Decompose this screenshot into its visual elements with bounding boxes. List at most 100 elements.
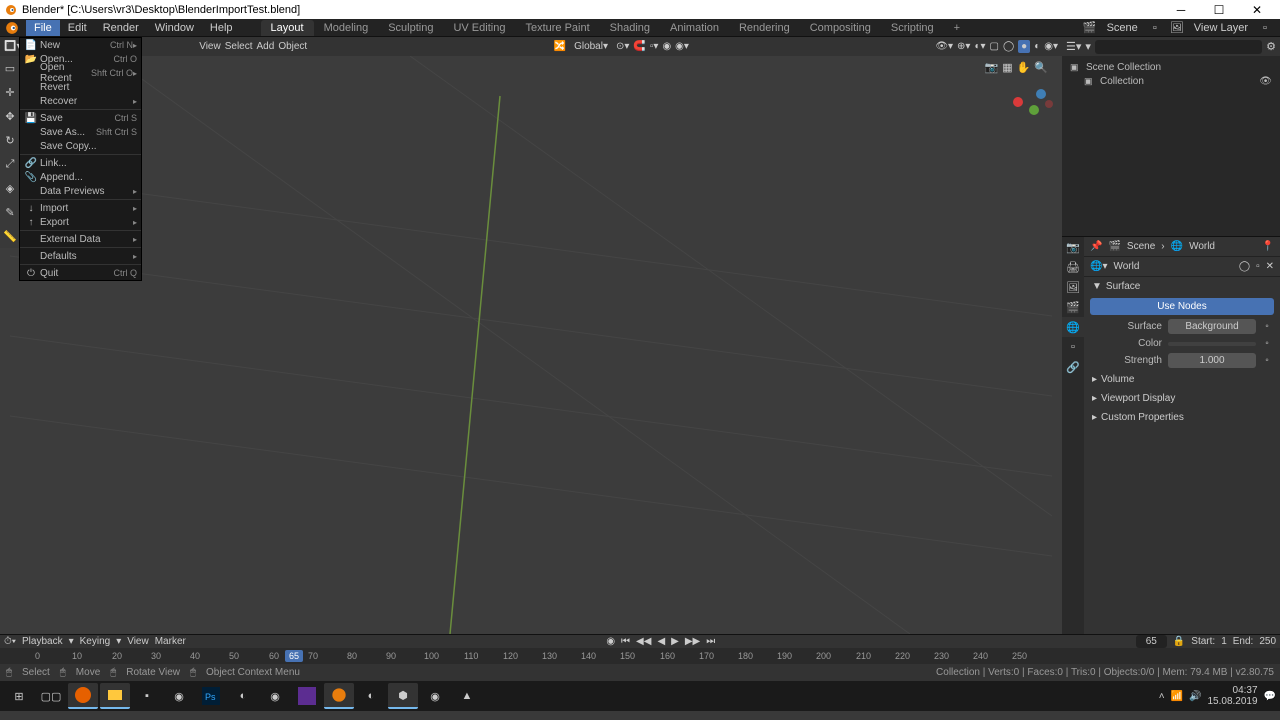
timeline-playhead[interactable]: 65 (285, 650, 303, 662)
zoom-icon[interactable]: 🔍 (1034, 61, 1048, 74)
taskbar-visualstudio[interactable] (292, 683, 322, 709)
tool-move[interactable]: ✥ (0, 104, 20, 128)
props-tab-world[interactable]: 🌐 (1062, 317, 1084, 337)
maximize-button[interactable]: ☐ (1200, 0, 1238, 19)
shading-rendered[interactable]: ◉▾ (1044, 41, 1058, 52)
taskbar-photoshop[interactable]: Ps (196, 683, 226, 709)
menu-item-append[interactable]: 📎 Append... (20, 170, 141, 184)
workspace-rendering[interactable]: Rendering (729, 20, 800, 36)
menu-item-external-data[interactable]: External Data ▸ (20, 232, 141, 246)
workspace-modeling[interactable]: Modeling (314, 20, 379, 36)
menu-item-save-as[interactable]: Save As... Shft Ctrl S (20, 125, 141, 139)
taskbar-app6[interactable]: ▲ (452, 683, 482, 709)
world-delete-icon[interactable]: ✕ (1266, 261, 1274, 272)
surface-input-dot[interactable]: ◦ (1262, 321, 1272, 332)
scene-name[interactable]: Scene (1107, 22, 1138, 34)
visibility-toggle[interactable]: 👁 (1259, 76, 1272, 87)
auto-keying-icon[interactable]: ◉ (606, 636, 615, 647)
snap-dropdown[interactable]: ▫▾ (650, 41, 659, 52)
workspace-uv[interactable]: UV Editing (443, 20, 515, 36)
viewport-select-menu[interactable]: Select (225, 41, 253, 52)
strength-input-dot[interactable]: ◦ (1262, 355, 1272, 366)
menu-window[interactable]: Window (147, 20, 202, 36)
menu-item-quit[interactable]: ⏻ Quit Ctrl Q (20, 266, 141, 280)
taskbar-unreal[interactable]: ⬢ (388, 683, 418, 709)
world-users-icon[interactable]: ◯ (1239, 261, 1250, 272)
menu-render[interactable]: Render (95, 20, 147, 36)
taskbar-app3[interactable]: ◉ (260, 683, 290, 709)
gizmo-icon[interactable]: ⊕▾ (957, 41, 970, 52)
viewport-object-menu[interactable]: Object (278, 41, 307, 52)
start-button[interactable]: ⊞ (4, 683, 34, 709)
taskbar-explorer[interactable] (100, 683, 130, 709)
workspace-layout[interactable]: Layout (261, 20, 314, 36)
taskbar-steam[interactable]: ◉ (164, 683, 194, 709)
props-tab-constraints[interactable]: 🔗 (1062, 357, 1084, 377)
proportional-dropdown[interactable]: ◉▾ (675, 41, 689, 52)
workspace-compositing[interactable]: Compositing (800, 20, 881, 36)
camera-view-icon[interactable]: 📷 (984, 61, 998, 74)
viewlayer-name[interactable]: View Layer (1194, 22, 1248, 34)
jump-start-icon[interactable]: ⏮ (621, 636, 630, 647)
workspace-add[interactable]: + (944, 20, 970, 36)
viewport-view-menu[interactable]: View (199, 41, 221, 52)
taskbar-blender[interactable] (324, 683, 354, 709)
strength-value[interactable]: 1.000 (1168, 353, 1256, 368)
outliner-display-icon[interactable]: ▾ (1085, 40, 1091, 53)
surface-shader-dropdown[interactable]: Background (1168, 319, 1256, 334)
proportional-icon[interactable]: ◉ (662, 41, 671, 52)
menu-item-save[interactable]: 💾 Save Ctrl S (20, 111, 141, 125)
section-viewport-display[interactable]: ▸ Viewport Display (1084, 389, 1280, 408)
timeline-playback[interactable]: Playback (22, 636, 63, 647)
tray-expand-icon[interactable]: ˄ (1159, 691, 1165, 702)
outliner-search[interactable] (1095, 40, 1262, 54)
taskbar-firefox[interactable] (68, 683, 98, 709)
world-datablock-icon[interactable]: 🌐▾ (1090, 261, 1107, 272)
tool-annotate[interactable]: ✎ (0, 200, 20, 224)
shading-wireframe[interactable]: ◯ (1003, 41, 1014, 52)
viewport-add-menu[interactable]: Add (257, 41, 275, 52)
perspective-icon[interactable]: ▦ (1002, 61, 1012, 74)
outliner-filter-icon[interactable]: ⚙ (1266, 40, 1276, 53)
scene-icon[interactable]: 🎬 (1080, 20, 1100, 36)
outliner-collection[interactable]: ▣ Collection 👁 (1066, 74, 1276, 88)
new-scene-icon[interactable]: ▫ (1145, 20, 1165, 36)
tray-network-icon[interactable]: 📶 (1171, 691, 1183, 702)
taskview-icon[interactable]: ▢▢ (36, 683, 66, 709)
timeline-marker[interactable]: Marker (155, 636, 186, 647)
timeline-type-icon[interactable]: ⏱▾ (4, 636, 16, 647)
sync-icon[interactable]: 🔒 (1173, 636, 1185, 647)
taskbar-app2[interactable]: ◐ (228, 683, 258, 709)
props-tab-output[interactable]: 🖨 (1062, 257, 1084, 277)
timeline-track[interactable]: 0 10 20 30 40 50 60 65 70 80 90 100 110 … (0, 648, 1280, 664)
orientation-icon[interactable]: 🔀 (554, 41, 566, 52)
timeline-keying[interactable]: Keying (80, 636, 111, 647)
jump-prev-keyframe-icon[interactable]: ◀◀ (636, 636, 651, 647)
outliner-scene-collection[interactable]: ▣ Scene Collection (1066, 60, 1276, 74)
snap-icon[interactable]: 🧲 (633, 41, 645, 52)
close-button[interactable]: ✕ (1238, 0, 1276, 19)
tool-select[interactable]: ▭ (0, 56, 20, 80)
start-frame-field[interactable]: 1 (1221, 636, 1227, 647)
play-icon[interactable]: ▶ (671, 636, 679, 647)
section-volume[interactable]: ▸ Volume (1084, 370, 1280, 389)
jump-end-icon[interactable]: ⏭ (706, 636, 715, 647)
shading-lookdev[interactable]: ◐ (1034, 41, 1040, 52)
color-input-dot[interactable]: ◦ (1262, 338, 1272, 349)
play-reverse-icon[interactable]: ◀ (657, 636, 665, 647)
pivot-icon[interactable]: ⊙▾ (616, 41, 629, 52)
menu-help[interactable]: Help (202, 20, 241, 36)
workspace-sculpting[interactable]: Sculpting (378, 20, 443, 36)
shading-solid[interactable]: ● (1018, 40, 1030, 53)
tool-rotate[interactable]: ↻ (0, 128, 20, 152)
world-new-icon[interactable]: ▫ (1256, 261, 1260, 272)
viewport-canvas[interactable] (0, 56, 1062, 634)
xray-icon[interactable]: ▢ (990, 41, 999, 52)
workspace-shading[interactable]: Shading (600, 20, 660, 36)
pan-icon[interactable]: ✋ (1017, 61, 1031, 74)
tool-measure[interactable]: 📏 (0, 224, 20, 248)
end-frame-field[interactable]: 250 (1259, 636, 1276, 647)
new-viewlayer-icon[interactable]: ▫ (1255, 20, 1275, 36)
tray-date[interactable]: 15.08.2019 (1207, 696, 1257, 707)
tray-time[interactable]: 04:37 (1207, 685, 1257, 696)
